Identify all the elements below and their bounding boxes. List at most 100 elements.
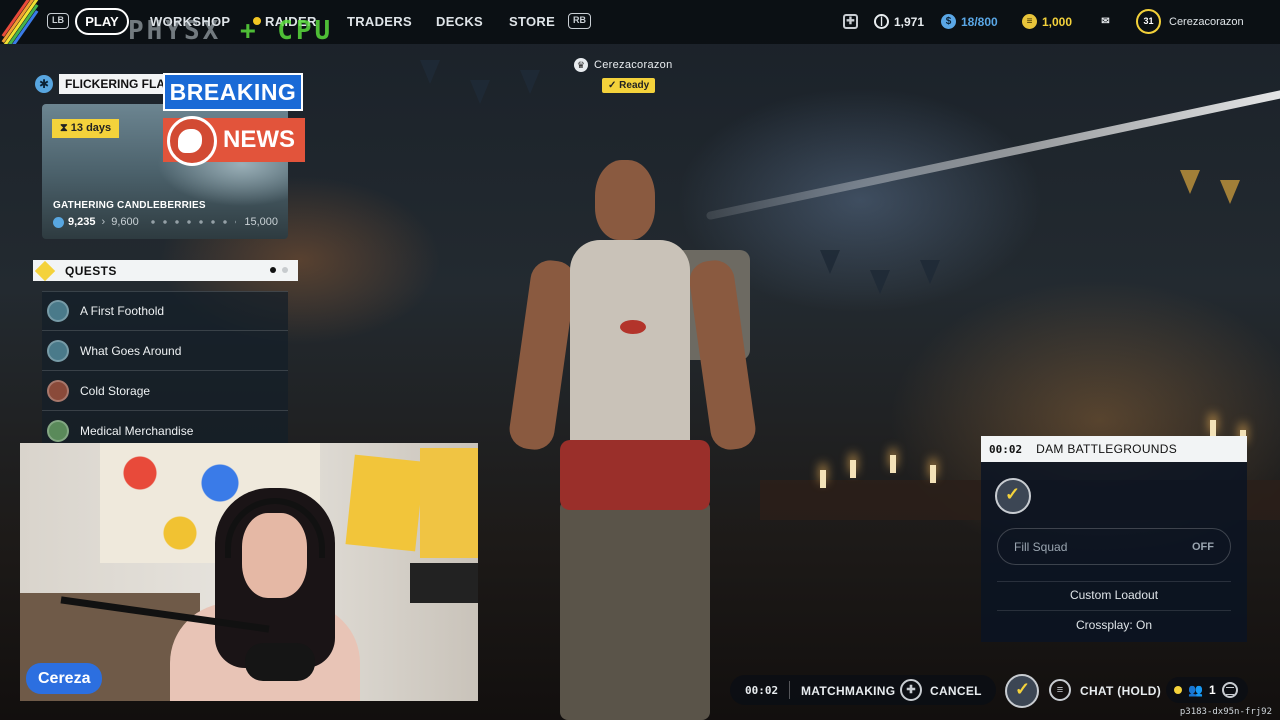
progress-max: 15,000: [244, 216, 278, 228]
bunting-flag: [1180, 170, 1200, 194]
player-username[interactable]: Cerezacorazon: [1169, 16, 1244, 28]
coins-value: 1,971: [894, 14, 925, 29]
breaking-news-banner: BREAKING: [163, 73, 303, 111]
progress-gear-icon: [53, 216, 64, 228]
rb-bumper-icon[interactable]: RB: [568, 13, 591, 29]
bottom-timer: 00:02: [745, 684, 779, 697]
event-subtitle: GATHERING CANDLEBERRIES: [53, 200, 206, 211]
crossplay-setting[interactable]: Crossplay: On: [981, 618, 1247, 632]
gold-currency-value: 1,000: [1042, 14, 1073, 29]
chat-hold-button[interactable]: CHAT (HOLD): [1080, 684, 1161, 698]
online-dot-icon: [1174, 686, 1182, 694]
candle: [930, 465, 936, 483]
candle: [820, 470, 826, 488]
nav-tab-play[interactable]: PLAY: [75, 8, 129, 35]
quests-title: QUESTS: [65, 263, 117, 278]
cpu-overlay-text: + CPU: [239, 16, 334, 46]
lb-bumper-icon[interactable]: LB: [47, 13, 69, 29]
fill-squad-value: OFF: [1192, 540, 1214, 553]
matchmaking-status: MATCHMAKING: [801, 684, 896, 698]
bunting-flag: [520, 70, 540, 94]
globe-icon: [167, 116, 217, 166]
quest-giver-avatar-icon: [47, 300, 69, 322]
nav-tab-store[interactable]: STORE: [509, 14, 555, 29]
quest-label: A First Foothold: [80, 304, 165, 318]
quest-giver-avatar-icon: [47, 379, 69, 402]
quest-label: Medical Merchandise: [80, 423, 194, 438]
character-arm: [506, 257, 579, 453]
dpad-icon: ✚: [900, 679, 922, 701]
people-icon: 👥: [1188, 683, 1203, 697]
character-torso: [570, 240, 690, 450]
top-navigation-bar: LB PLAY WORKSHOP RAIDER TRADERS DECKS ST…: [0, 0, 1280, 45]
nav-tab-decks[interactable]: DECKS: [436, 14, 483, 29]
divider: [997, 610, 1231, 611]
blue-currency-balance: $ 18/800: [941, 14, 998, 29]
monitor: [410, 563, 478, 603]
quest-item[interactable]: Cold Storage: [42, 371, 288, 411]
character-head: [595, 160, 655, 240]
squad-leader-tag: ♛ Cerezacorazon ✓ Ready: [574, 58, 673, 93]
light-beam: [705, 87, 1280, 221]
quest-item[interactable]: A First Foothold: [42, 291, 288, 331]
matchmaking-panel: 00:02 DAM BATTLEGROUNDS Fill Squad OFF C…: [981, 436, 1247, 642]
gold-token-icon: ≡: [1022, 14, 1037, 29]
quest-giver-avatar-icon: [47, 339, 69, 362]
map-name: DAM BATTLEGROUNDS: [1036, 442, 1178, 456]
custom-loadout-button[interactable]: Custom Loadout: [981, 588, 1247, 602]
chevron-right-icon: ›: [101, 216, 106, 228]
progress-dots: [146, 220, 237, 224]
divider: [997, 581, 1231, 582]
fill-squad-toggle[interactable]: Fill Squad OFF: [997, 528, 1231, 565]
gear-icon: ✱: [35, 75, 53, 93]
player-level-badge[interactable]: 31: [1136, 9, 1161, 34]
wall-art-yellow: [345, 454, 425, 552]
microphone: [245, 643, 315, 681]
progress-current: 9,235: [68, 216, 96, 228]
ready-status-label: Ready: [619, 80, 650, 91]
options-menu-icon[interactable]: [1221, 682, 1238, 698]
character-legs: [560, 500, 710, 720]
divider: [789, 681, 790, 699]
social-icon[interactable]: ✚: [843, 14, 858, 29]
bunting-flag: [820, 250, 840, 274]
ready-status-badge: ✓ Ready: [602, 78, 656, 93]
raider-character: [500, 150, 770, 720]
player-avatar[interactable]: [1005, 674, 1039, 708]
cancel-button[interactable]: CANCEL: [930, 684, 982, 698]
quest-label: What Goes Around: [80, 343, 182, 358]
character-sash: [560, 440, 710, 510]
party-count: 1: [1208, 683, 1216, 697]
blue-token-icon: $: [941, 14, 956, 29]
bunting-flag: [470, 80, 490, 104]
event-days-label: 13 days: [70, 122, 112, 134]
quest-diamond-icon: [34, 260, 56, 281]
coins-balance: | 1,971: [874, 14, 924, 29]
squad-member-avatar[interactable]: [995, 478, 1031, 514]
quest-giver-avatar-icon: [47, 419, 69, 442]
event-progress: 9,235 › 9,600 15,000: [53, 216, 278, 228]
blue-currency-value: 18/800: [961, 14, 998, 29]
mail-icon[interactable]: ✉: [1098, 14, 1113, 29]
bunting-flag: [870, 270, 890, 294]
wall-art-yellow: [420, 448, 478, 558]
matchmaking-timer: 00:02: [989, 442, 1023, 456]
candle: [890, 455, 896, 473]
bunting-flag: [1220, 180, 1240, 204]
quest-label: Cold Storage: [80, 383, 151, 398]
quests-pagination[interactable]: [270, 267, 288, 273]
physx-overlay-text: PHYSX: [128, 16, 222, 46]
matchmaking-panel-header: 00:02 DAM BATTLEGROUNDS: [981, 436, 1247, 462]
nav-tab-traders[interactable]: TRADERS: [347, 14, 412, 29]
fill-squad-label: Fill Squad: [1014, 539, 1068, 554]
bunting-flag: [420, 60, 440, 84]
physx-debug-overlay: PHYSX + CPU: [128, 17, 333, 45]
progress-next: 9,600: [111, 216, 139, 228]
squad-leader-name: Cerezacorazon: [594, 59, 673, 71]
event-header[interactable]: ✱ FLICKERING FLA: [35, 74, 181, 94]
quest-item[interactable]: What Goes Around: [42, 331, 288, 371]
quests-header[interactable]: QUESTS: [33, 260, 298, 281]
coin-icon: |: [874, 14, 889, 29]
party-indicator[interactable]: 👥 1: [1166, 677, 1248, 703]
menu-button-icon: ≡: [1049, 679, 1071, 701]
